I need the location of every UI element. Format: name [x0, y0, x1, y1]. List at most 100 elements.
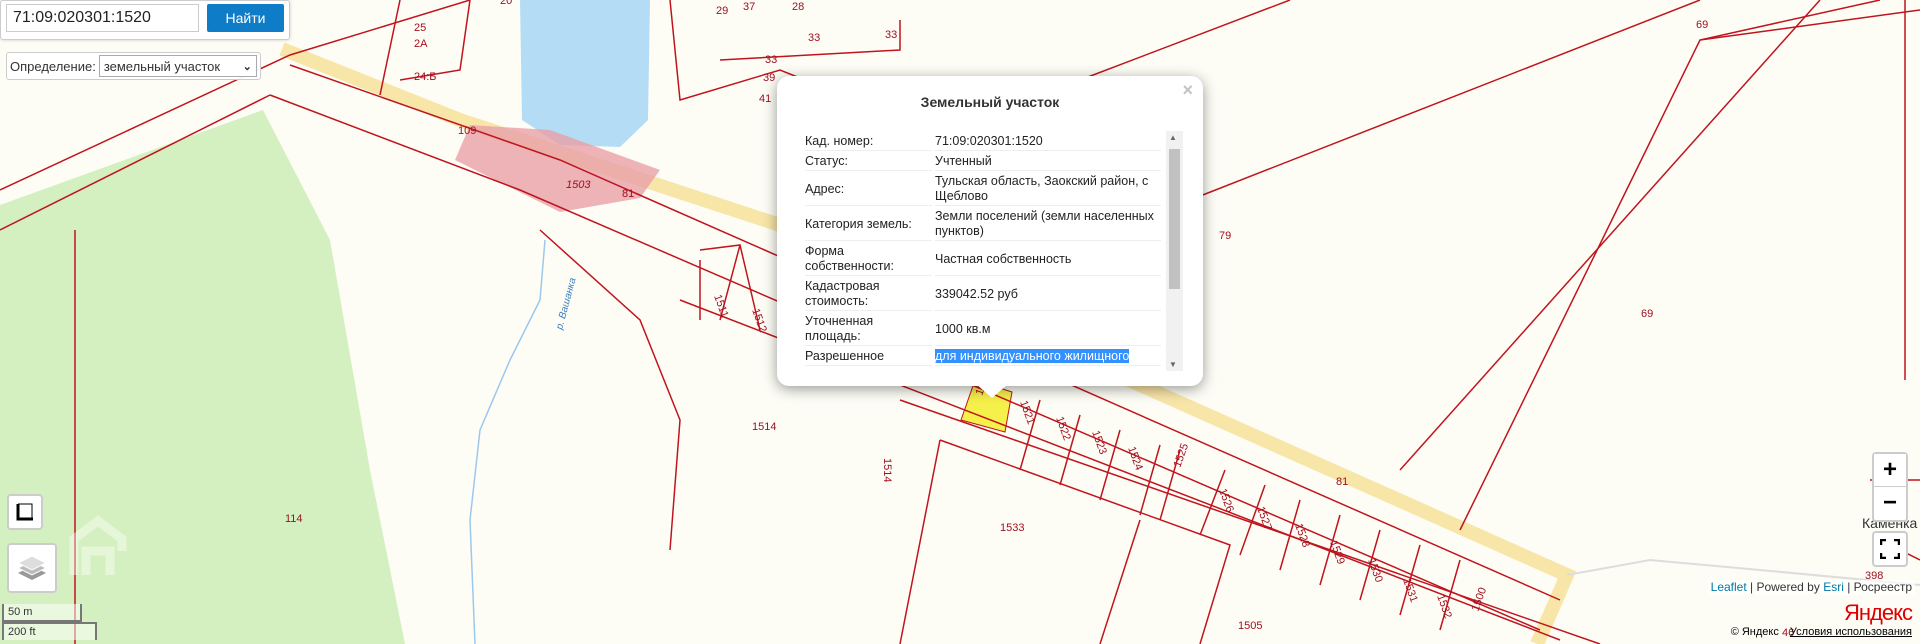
map-label: 1531	[1400, 577, 1420, 604]
map-label: 69	[1696, 19, 1708, 31]
chevron-down-icon: ⌄	[242, 60, 252, 73]
popup-table-container[interactable]: Кад. номер: 71:09:020301:1520 Статус: Учте…	[802, 131, 1184, 371]
table-row: Адрес: Тульская область, Заокский район, …	[805, 173, 1161, 206]
map-label: 24:Б	[414, 71, 437, 83]
zoom-out-button[interactable]: −	[1874, 487, 1906, 519]
scroll-up-icon[interactable]: ▲	[1169, 133, 1177, 142]
row-value: 1000 кв.м	[935, 313, 1161, 346]
map-label: 81	[622, 188, 634, 200]
zoom-in-button[interactable]: +	[1874, 454, 1906, 487]
terms-link[interactable]: Условия использования	[1790, 626, 1912, 638]
lake	[520, 0, 650, 147]
scroll-down-icon[interactable]: ▼	[1169, 360, 1177, 369]
parcel-info-table: Кад. номер: 71:09:020301:1520 Статус: Учте…	[802, 131, 1164, 368]
map-label: 25	[414, 22, 426, 34]
map-label: 33	[885, 29, 897, 41]
map-label: 1503	[566, 179, 591, 191]
row-value: 339042.52 руб	[935, 278, 1161, 311]
map-label: 37	[743, 1, 755, 13]
esri-link[interactable]: Esri	[1823, 580, 1844, 594]
popup-tip	[976, 384, 1008, 398]
river-label: р. Вашанка	[554, 276, 579, 331]
map-label: 41	[759, 93, 771, 105]
cadastral-search-input[interactable]	[6, 4, 199, 32]
table-row: Кад. номер: 71:09:020301:1520	[805, 133, 1161, 151]
map-label: 33	[765, 54, 777, 66]
map-label: 1527	[1254, 505, 1274, 532]
map-label: 79	[1219, 230, 1231, 242]
popup-scrollbar[interactable]: ▲ ▼	[1166, 131, 1183, 371]
map-label: 1529	[1327, 539, 1347, 566]
river	[469, 239, 546, 644]
row-key: Разрешенное	[805, 348, 932, 366]
table-row: Статус: Учтенный	[805, 153, 1161, 171]
scale-metric: 50 m	[2, 604, 82, 622]
map-label: 29	[716, 5, 728, 17]
row-key: Кадастровая стоимость:	[805, 278, 932, 311]
map-label: 69	[1641, 308, 1653, 320]
table-row: Уточненная площадь: 1000 кв.м	[805, 313, 1161, 346]
map-label: 2А	[414, 38, 428, 50]
map-label: 1514	[752, 421, 776, 433]
yandex-logo[interactable]: Яндекс	[1844, 600, 1913, 626]
find-button[interactable]: Найти	[207, 4, 284, 32]
domclick-watermark	[66, 515, 130, 579]
row-value: Частная собственность	[935, 243, 1161, 276]
scrollbar-thumb[interactable]	[1169, 149, 1180, 289]
map-label: 1526	[1216, 487, 1236, 514]
row-value: Земли поселений (земли населенных пункто…	[935, 208, 1161, 241]
row-key: Форма собственности:	[805, 243, 932, 276]
definition-label: Определение:	[10, 58, 96, 74]
scale-bar: 50 m 200 ft	[2, 604, 97, 640]
row-key: Уточненная площадь:	[805, 313, 932, 346]
layers-button[interactable]	[7, 543, 57, 593]
map-label: 1514	[881, 458, 893, 482]
zoom-control: + −	[1872, 452, 1908, 522]
definition-row: Определение: земельный участок ⌄	[6, 52, 261, 80]
row-value: 71:09:020301:1520	[935, 133, 1161, 151]
map-label: 81	[1336, 476, 1348, 488]
map-label: 109	[458, 125, 476, 137]
map-label: 1500	[1470, 586, 1490, 613]
layers-icon	[17, 555, 47, 580]
map-label: 1512	[749, 307, 769, 334]
fullscreen-button[interactable]	[1872, 531, 1908, 567]
fullscreen-icon	[1880, 539, 1900, 559]
row-key: Статус:	[805, 153, 932, 171]
map-label: 1523	[1089, 429, 1109, 456]
measure-button[interactable]	[7, 494, 43, 530]
row-key: Кад. номер:	[805, 133, 932, 151]
table-row: Кадастровая стоимость: 339042.52 руб	[805, 278, 1161, 311]
map-label: 1511	[711, 293, 730, 319]
attribution-text: | Росреестр	[1847, 580, 1912, 594]
map-label: 1505	[1238, 620, 1262, 632]
map-label: 1524	[1125, 445, 1145, 472]
definition-select[interactable]: земельный участок ⌄	[98, 55, 257, 77]
map-label: 1521	[1017, 399, 1037, 426]
attribution-text: | Powered by	[1750, 580, 1820, 594]
map-label: 114	[285, 513, 303, 525]
attribution: Leaflet | Powered by Esri | Росреестр	[1707, 580, 1915, 594]
map-label: 1525	[1172, 442, 1192, 469]
map-label: 33	[808, 32, 820, 44]
map-label: 1528	[1292, 522, 1312, 549]
forest-area	[0, 110, 405, 644]
map-label: 1533	[1000, 522, 1024, 534]
row-key: Адрес:	[805, 173, 932, 206]
yandex-copy-text: © Яндекс	[1730, 626, 1779, 638]
popup-title: Земельный участок	[920, 94, 1060, 110]
leaflet-link[interactable]: Leaflet	[1711, 580, 1747, 594]
parcel-popup: × Земельный участок Кад. номер: 71:09:020…	[777, 76, 1203, 386]
house-logo-icon	[69, 515, 127, 575]
map-label: 20	[500, 0, 512, 7]
map-label: 39	[763, 72, 775, 84]
table-row: Разрешенное для индивидуального жилищного	[805, 348, 1161, 366]
map-label: 1532	[1434, 593, 1454, 620]
map-label: 28	[792, 1, 804, 13]
scale-imperial: 200 ft	[2, 622, 97, 640]
table-row: Форма собственности: Частная собственност…	[805, 243, 1161, 276]
definition-selected: земельный участок	[103, 58, 221, 74]
yandex-copyright: © Яндекс Условия использования	[1731, 626, 1912, 638]
row-value-selected: для индивидуального жилищного	[935, 349, 1130, 363]
row-value: Тульская область, Заокский район, с Щебл…	[935, 173, 1161, 206]
